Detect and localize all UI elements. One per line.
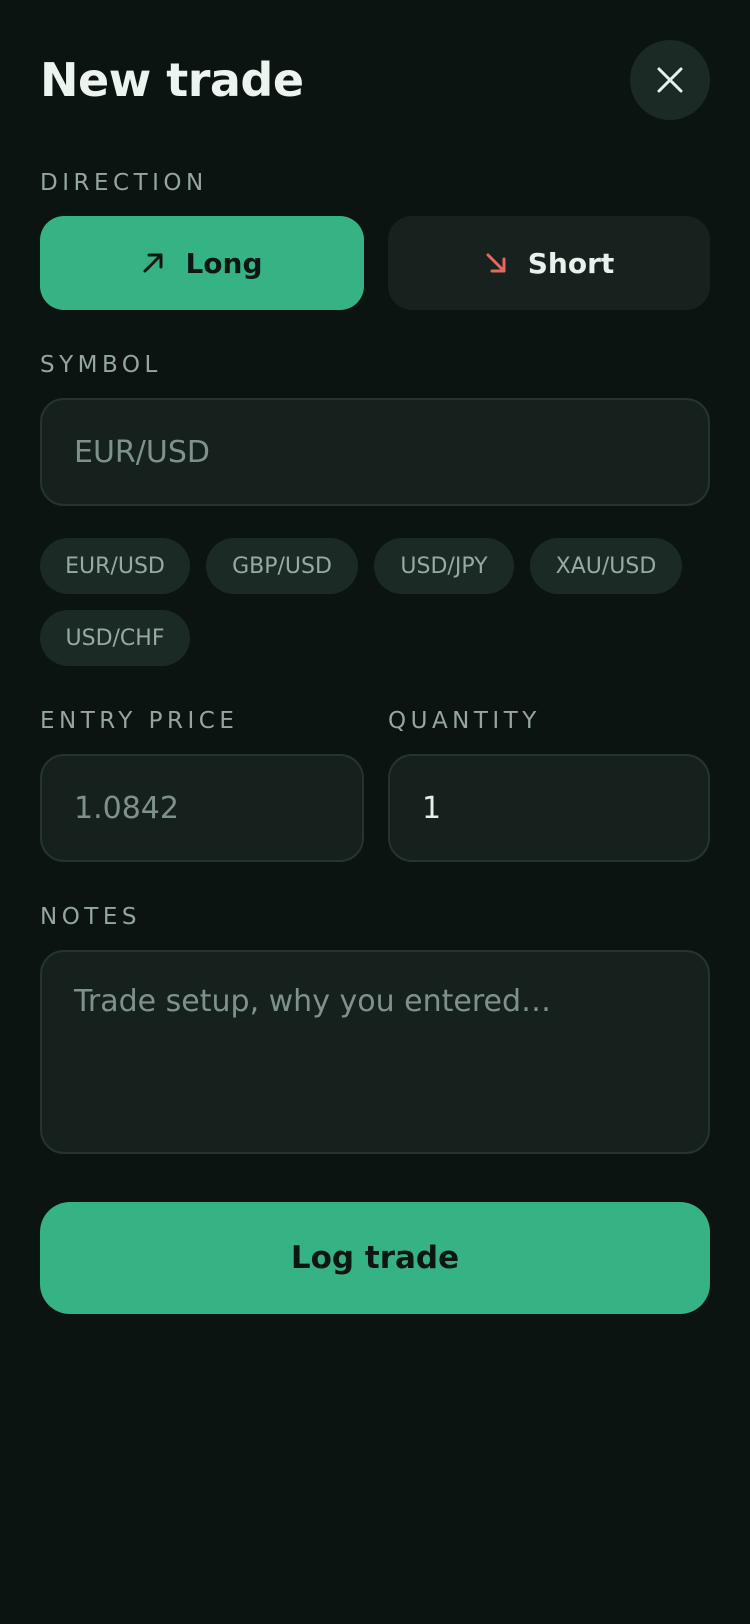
symbol-chip-eurusd[interactable]: EUR/USD <box>40 538 190 594</box>
quantity-label: QUANTITY <box>388 708 541 734</box>
direction-label: DIRECTION <box>40 170 208 196</box>
symbol-chip-xauusd[interactable]: XAU/USD <box>530 538 682 594</box>
log-trade-button[interactable]: Log trade <box>40 1202 710 1314</box>
symbol-input[interactable] <box>40 398 710 506</box>
arrow-up-right-icon <box>143 253 163 273</box>
entry-price-label: ENTRY PRICE <box>40 708 239 734</box>
close-button[interactable] <box>630 40 710 120</box>
notes-label: NOTES <box>40 904 141 930</box>
symbol-chip-usdjpy[interactable]: USD/JPY <box>374 538 514 594</box>
quantity-input[interactable] <box>388 754 710 862</box>
notes-input[interactable] <box>40 950 710 1154</box>
direction-short-button[interactable]: Short <box>388 216 710 310</box>
symbol-chip-usdchf[interactable]: USD/CHF <box>40 610 190 666</box>
close-icon <box>657 67 683 93</box>
direction-long-label: Long <box>185 246 263 280</box>
page-title: New trade <box>40 53 304 107</box>
symbol-label: SYMBOL <box>40 352 162 378</box>
entry-price-input[interactable] <box>40 754 364 862</box>
direction-long-button[interactable]: Long <box>40 216 364 310</box>
arrow-down-right-icon <box>486 253 506 273</box>
symbol-chip-gbpusd[interactable]: GBP/USD <box>206 538 358 594</box>
header: New trade <box>40 40 710 120</box>
direction-short-label: Short <box>527 246 615 280</box>
